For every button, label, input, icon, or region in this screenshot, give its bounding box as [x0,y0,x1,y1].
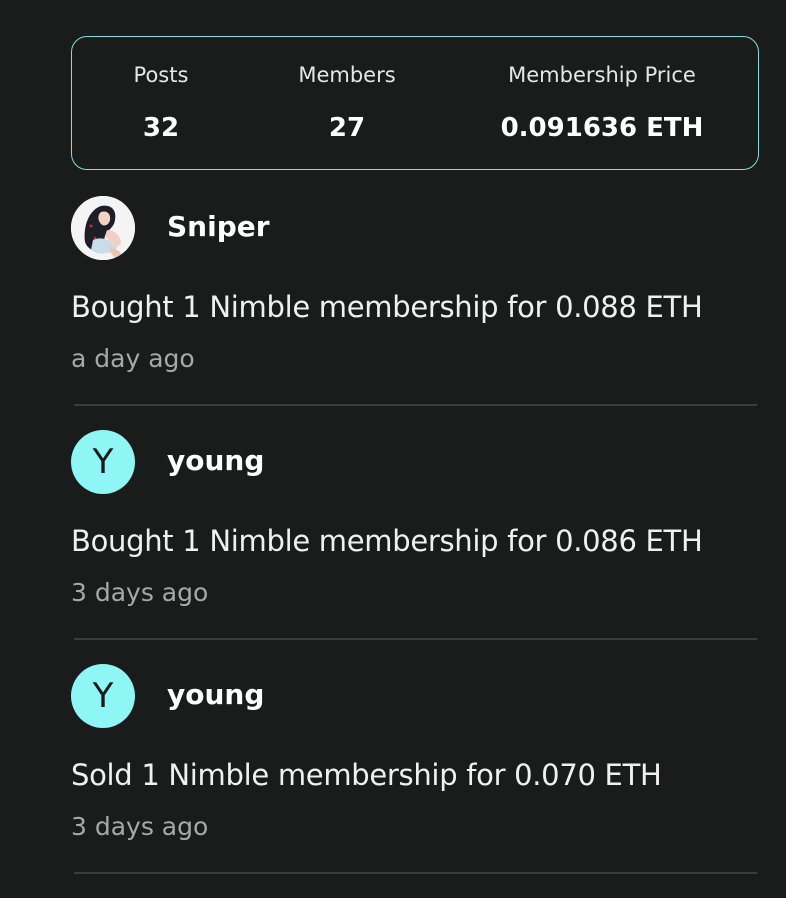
username[interactable]: young [167,678,264,711]
avatar[interactable]: Y [71,430,135,494]
avatar[interactable]: Y [71,664,135,728]
members-count: 27 [328,113,366,143]
activity-timestamp: 3 days ago [71,578,209,607]
activity-item: Y young Sold 1 Nimble membership for 0.0… [71,664,757,898]
stats-card: Posts 32 Members 27 Membership Price 0.0… [71,36,759,170]
members-label: Members [298,63,396,87]
activity-message: Bought 1 Nimble membership for 0.088 ETH [71,290,703,324]
posts-count: 32 [142,113,180,143]
avatar-image-icon [71,196,135,260]
divider [74,638,757,640]
username[interactable]: Sniper [167,210,270,243]
activity-item: Sniper Bought 1 Nimble membership for 0.… [71,196,757,430]
activity-timestamp: 3 days ago [71,812,209,841]
membership-price-label: Membership Price [508,63,696,87]
activity-timestamp: a day ago [71,344,195,373]
activity-item: Y young Bought 1 Nimble membership for 0… [71,430,757,664]
username[interactable]: young [167,444,264,477]
activity-message: Bought 1 Nimble membership for 0.086 ETH [71,524,703,558]
posts-label: Posts [133,63,189,87]
avatar[interactable] [71,196,135,260]
divider [74,872,757,874]
divider [74,404,757,406]
membership-price-value: 0.091636 ETH [500,113,704,143]
activity-message: Sold 1 Nimble membership for 0.070 ETH [71,758,662,792]
